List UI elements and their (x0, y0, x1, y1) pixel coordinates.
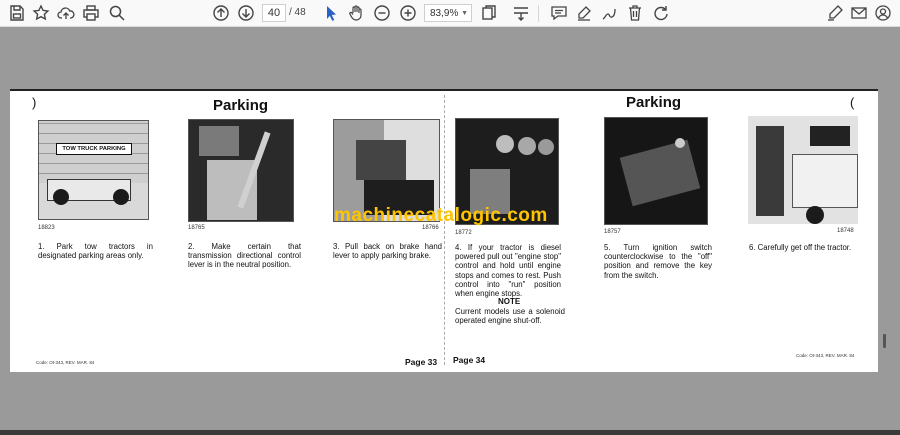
step-5-text: 5. Turn ignition switch counterclockwise… (604, 243, 712, 280)
cloud-upload-icon[interactable] (55, 2, 77, 24)
hand-pan-icon[interactable] (345, 2, 367, 24)
zoom-search-icon[interactable] (106, 2, 128, 24)
email-icon[interactable] (848, 2, 870, 24)
bookmark-star-icon[interactable] (30, 2, 52, 24)
step-1-text: 1. Park tow tractors in designated parki… (38, 242, 153, 261)
step-6-text: 6. Carefully get off the tractor. (749, 243, 852, 252)
undo-icon[interactable] (650, 2, 672, 24)
figure-5-number: 18757 (604, 229, 621, 235)
binding-mark-right: ( (850, 95, 855, 110)
figure-2-number: 18765 (188, 225, 205, 231)
step-2-text: 2. Make certain that transmission direct… (188, 242, 301, 270)
page-spread: ) ( Parking Parking TOW TRUCK PARKING 18… (10, 89, 878, 372)
right-page-heading: Parking (626, 94, 682, 111)
chevron-down-icon: ▼ (461, 9, 468, 17)
pdf-toolbar: / 48 83,9%▼ (0, 0, 900, 27)
tow-truck-parking-sign: TOW TRUCK PARKING (56, 143, 132, 155)
note-text: Current models use a solenoid operated e… (455, 307, 565, 326)
save-icon[interactable] (6, 2, 28, 24)
zoom-level-value: 83,9% (430, 7, 459, 19)
figure-6-photo (748, 116, 858, 224)
page-fold-line (444, 95, 445, 365)
figure-6-number: 18748 (837, 228, 854, 234)
figure-1-number: 18823 (38, 225, 55, 231)
select-cursor-icon[interactable] (320, 2, 342, 24)
page-down-icon[interactable] (235, 2, 257, 24)
window-bottom-bar (0, 430, 900, 435)
page-number-input[interactable] (262, 4, 286, 22)
right-page-code: Code: Ot-343, REV. MAR. 84 (796, 353, 855, 358)
comment-icon[interactable] (548, 2, 570, 24)
page-total-label: / 48 (289, 7, 306, 18)
scan-edge (10, 89, 878, 91)
left-page-code: Code: Ot-343, REV. MAR. 84 (36, 360, 95, 365)
highlight-pen-icon[interactable] (573, 2, 595, 24)
figure-4-number: 18772 (455, 230, 472, 236)
document-viewer[interactable]: ) ( Parking Parking TOW TRUCK PARKING 18… (0, 27, 900, 435)
left-page-heading: Parking (213, 97, 269, 114)
watermark-text: machinecatalogic.com (334, 205, 548, 226)
account-icon[interactable] (872, 2, 894, 24)
figure-5-photo (604, 117, 708, 225)
zoom-out-icon[interactable] (371, 2, 393, 24)
figure-1-photo: TOW TRUCK PARKING (38, 120, 149, 220)
zoom-level-select[interactable]: 83,9% ▼ (424, 4, 472, 22)
left-page-number: Page 33 (405, 357, 438, 367)
right-page-number: Page 34 (453, 355, 486, 365)
zoom-in-icon[interactable] (397, 2, 419, 24)
fit-page-icon[interactable] (478, 2, 500, 24)
step-4-text: 4. If your tractor is diesel powered pul… (455, 243, 561, 299)
note-heading: NOTE (498, 297, 521, 306)
vertical-scrollbar-thumb[interactable] (883, 334, 886, 348)
toolbar-divider (538, 5, 539, 22)
delete-icon[interactable] (624, 2, 646, 24)
page-up-icon[interactable] (210, 2, 232, 24)
binding-mark-left: ) (32, 95, 37, 110)
print-icon[interactable] (80, 2, 102, 24)
sign-icon[interactable] (824, 2, 846, 24)
figure-2-photo (188, 119, 294, 222)
scroll-mode-icon[interactable] (510, 2, 532, 24)
draw-pen-icon[interactable] (598, 2, 620, 24)
step-3-text: 3. Pull back on brake hand lever to appl… (333, 242, 442, 261)
